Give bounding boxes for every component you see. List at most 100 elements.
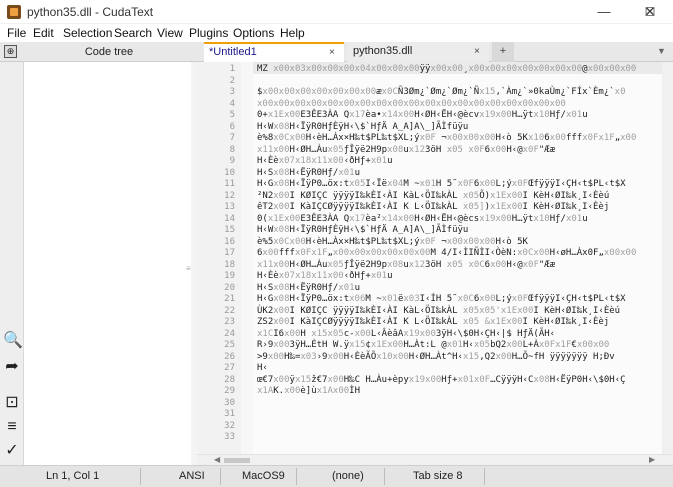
caret-position[interactable]: Ln 1, Col 1 bbox=[46, 470, 99, 482]
code-line[interactable]: è%5x0Cx00H‹èH…Àx×H‰t$PL‰t$XL;ýx0F ¬x00x0… bbox=[257, 237, 528, 247]
hex-escape-text: x08 bbox=[273, 167, 290, 178]
hex-escape-text: x00 bbox=[620, 133, 637, 143]
code-line[interactable]: 0+x1Ex00E3ÊE3ÀA Qx17èa•x14x00H‹ØH‹ËH‹@èc… bbox=[257, 110, 588, 120]
tab-size-status[interactable]: Tab size 8 bbox=[413, 470, 463, 482]
binary-text: H‹Èè bbox=[257, 271, 279, 281]
code-area[interactable]: MZ x00x03x00x00x00x04x00x00x00ÿÿx00x00¸x… bbox=[257, 62, 665, 454]
encoding-status[interactable]: ANSI bbox=[179, 470, 205, 482]
hex-escape-text: x0F bbox=[522, 259, 539, 270]
code-line[interactable]: x1AK.x00è]ùx1Ax00ÌH bbox=[257, 386, 360, 396]
code-line[interactable]: H‹Gx08H‹ÏÿP0…öx:tx05I‹Ïëx04M ~x01H 5˜x0F… bbox=[257, 179, 626, 189]
scroll-thumb[interactable] bbox=[224, 458, 250, 463]
menu-icon[interactable]: ≡ bbox=[3, 418, 21, 436]
binary-text: Ñ3Øm¿`Øm¿`Øm¿`Ñ bbox=[397, 87, 480, 97]
menu-edit[interactable]: Edit bbox=[33, 26, 54, 40]
hex-escape-text: x15 bbox=[349, 340, 366, 350]
new-tab-button[interactable]: + bbox=[492, 42, 514, 62]
hex-escape-text: x00x00 bbox=[430, 64, 463, 74]
hex-escape-text: x00 bbox=[479, 294, 496, 304]
code-line[interactable]: H‹Sx08H‹ËÿR0Hƒ/x01u bbox=[257, 283, 360, 293]
code-line[interactable]: H‹Wx08H‹ÏÿR0HƒÈÿH‹\$`HƒÄ A_A]A\_]ÃÌfüÿu bbox=[257, 225, 468, 235]
binary-text: I KØIÇC ÿÿÿÿI‰kÈI‹ÀI KàL‹ÖI‰kÀL bbox=[289, 305, 463, 316]
code-line[interactable]: x11x00H‹ØH…Àux05ƒÎÿë2H9px08ux123öH x05 x… bbox=[257, 145, 555, 155]
hex-escape-text: x07x18x11x00 bbox=[278, 156, 344, 166]
code-line[interactable]: H‹Èèx07x18x11x00‹ðHƒ+x01u bbox=[257, 271, 393, 281]
scroll-left-icon[interactable]: ◀ bbox=[214, 455, 220, 464]
hex-escape-text: x00 bbox=[267, 351, 285, 362]
horizontal-scrollbar[interactable]: ◀ ▶ bbox=[197, 454, 673, 465]
editor[interactable]: 1 2 3 4 5 6 7 8 9 10 11 12 13 14 15 16 17 18 19 20 21 22 23 24 2… bbox=[197, 62, 673, 465]
check-icon[interactable]: ✓ bbox=[3, 442, 21, 460]
search-icon[interactable]: 🔍 bbox=[3, 332, 23, 350]
binary-text: H 5˜ bbox=[435, 179, 458, 189]
line-number: 33 bbox=[224, 432, 235, 442]
tab-python35-dll[interactable]: python35.dll × bbox=[347, 42, 489, 62]
title-bar: python35.dll - CudaText — ☐ bbox=[0, 0, 673, 24]
tab-close-icon[interactable]: × bbox=[329, 44, 335, 61]
code-line[interactable]: H‹Sx08H‹ËÿR0Hƒ/x01u bbox=[257, 168, 360, 178]
code-line[interactable]: H‹Èèx07x18x11x00‹ðHƒ+x01u bbox=[257, 156, 393, 166]
hex-escape-text: x00x00x00x00x00x00x00x00x00x00x00x00x00x… bbox=[257, 98, 566, 109]
binary-text: H‹ØH…Àu bbox=[289, 144, 328, 155]
binary-text: H‹ò 5K bbox=[495, 133, 528, 143]
code-line[interactable]: ZS2x00I KàIÇCØÿÿÿÿI‰kÈI‹ÀI K L‹ÖI‰kÀL x0… bbox=[257, 317, 609, 327]
code-line[interactable]: $x00x00x00x00x00x00x00æx0CÑ3Øm¿`Øm¿`Øm¿`… bbox=[257, 87, 626, 97]
hex-escape-text: x00 bbox=[273, 340, 290, 350]
binary-text: I KàIÇCØÿÿÿÿI‰kÈI‹ÀI K L‹ÖI‰kÀL bbox=[289, 317, 463, 327]
hex-escape-text: x1Ex00 bbox=[267, 213, 301, 224]
code-line[interactable]: H‹ bbox=[257, 363, 268, 373]
menu-file[interactable]: File bbox=[7, 26, 26, 40]
scroll-right-icon[interactable]: ▶ bbox=[649, 455, 655, 464]
code-line[interactable]: x1CI6x00H x15x05c-x00L‹ÂèâAx19x003ÿH‹\$0… bbox=[257, 329, 555, 339]
binary-text: 0+ bbox=[257, 110, 268, 120]
hex-escape-text: x00 bbox=[284, 328, 301, 339]
code-line[interactable]: 0(x1Ex00E3ÊE3ÀA Qx17èa²x14x00H‹ØH‹ËH‹@èc… bbox=[257, 214, 588, 224]
code-line[interactable]: >9x00H‰=x03›9x00H‹ÈèÃÕx10x00H‹ØH…Àt^H‹x1… bbox=[257, 352, 615, 362]
menu-search[interactable]: Search bbox=[114, 26, 152, 40]
splitter-grip-icon[interactable]: ≡ bbox=[186, 264, 191, 273]
arrow-right-icon[interactable]: ➦ bbox=[3, 358, 21, 376]
code-line[interactable]: R›9x003ÿH…ÉtH W.ÿx15¢x1Ex00H…Àt:L @x01H‹… bbox=[257, 340, 609, 350]
code-tree-toggle-icon[interactable]: ⊕ bbox=[4, 45, 17, 58]
binary-text: ŒfÿÿÿI‹ÇH‹t$PL‹t$X bbox=[528, 294, 626, 304]
binary-text: Hƒ/ bbox=[549, 110, 566, 120]
binary-text: ƒÎÿë2H9p bbox=[343, 259, 388, 270]
hex-escape-text: x05 bbox=[327, 259, 344, 270]
close-button[interactable]: ✕ bbox=[627, 0, 673, 24]
menu-selection[interactable]: Selection bbox=[63, 26, 112, 40]
code-line[interactable]: ²N2x00I KØIÇC ÿÿÿÿI‰kÈI‹ÀI KàL‹ÖI‰kÀL x0… bbox=[257, 191, 609, 201]
code-line[interactable]: MZ x00x03x00x00x00x04x00x00x00ÿÿx00x00¸x… bbox=[257, 64, 636, 74]
code-line[interactable]: H‹Wx08H‹ÏÿR0HƒÈÿH‹\$`HƒÄ A_A]A\_]ÃÌfüÿu bbox=[257, 122, 468, 132]
code-tree-panel[interactable] bbox=[24, 62, 197, 465]
tab-close-icon[interactable]: × bbox=[474, 42, 480, 61]
binary-text: 3ÿH…ÉtH W.ÿ bbox=[289, 340, 350, 350]
menu-view[interactable]: View bbox=[157, 26, 183, 40]
code-line[interactable]: H‹Gx08H‹ÏÿP0…öx:tx06M ~x01ëx03I‹ÍH 5˜x0C… bbox=[257, 294, 626, 304]
terminal-icon[interactable]: ⊡ bbox=[3, 394, 21, 412]
lexer-status[interactable]: (none) bbox=[332, 470, 364, 482]
code-line[interactable]: x00x00x00x00x00x00x00x00x00x00x00x00x00x… bbox=[257, 99, 566, 109]
line-ends-status[interactable]: MacOS9 bbox=[242, 470, 285, 482]
hex-escape-text: x05 & bbox=[462, 317, 491, 327]
binary-text: H‹ØH‹ËH‹@ècs bbox=[414, 213, 480, 224]
binary-text: K. bbox=[273, 386, 285, 396]
tab-untitled1[interactable]: *Untitled1 × bbox=[204, 42, 344, 62]
hex-escape-text: x15 bbox=[294, 374, 312, 385]
vertical-scrollbar[interactable] bbox=[662, 62, 673, 454]
binary-text: ƒÎÿë2H9p bbox=[343, 144, 388, 155]
menu-plugins[interactable]: Plugins bbox=[189, 26, 228, 40]
code-line[interactable]: êT2x00I KàIÇCØÿÿÿÿI‰kÈI‹ÀI K L‹ÖI‰kÀL x0… bbox=[257, 202, 609, 212]
binary-text: I KèH‹ØI‰k¸I‹Èèú bbox=[522, 190, 610, 201]
tabs-menu-icon[interactable]: ▼ bbox=[657, 46, 666, 56]
code-line[interactable]: x11x00H‹ØH…Àux05ƒÎÿë2H9px08ux123öH x05 x… bbox=[257, 260, 555, 270]
code-line[interactable]: è%8x0Cx00H‹èH…Àx×H‰t$PL‰t$XL;ýx0F ¬x00x0… bbox=[257, 133, 636, 143]
menu-help[interactable]: Help bbox=[280, 26, 305, 40]
minimize-button[interactable]: — bbox=[581, 0, 627, 24]
line-number: 23 bbox=[224, 317, 235, 327]
code-line[interactable]: 6x00fffx0Fx1F„x00x00x00x00x00x00M 4/I‹ÌI… bbox=[257, 248, 636, 258]
code-line[interactable]: ÙK2x00I KØIÇC ÿÿÿÿI‰kÈI‹ÀI KàL‹ÖI‰kÀL x0… bbox=[257, 306, 620, 316]
binary-text: 3ÿH‹\$0H‹ÇH‹|$ HƒÄ(ÃH‹ bbox=[435, 328, 556, 339]
code-line[interactable]: œ€7x00ÿx15ž€7x00H‰C H…Àu+èpyx19x00Hƒ+x01… bbox=[257, 375, 626, 385]
hex-escape-text: x19x00 bbox=[479, 110, 512, 120]
menu-options[interactable]: Options bbox=[233, 26, 274, 40]
